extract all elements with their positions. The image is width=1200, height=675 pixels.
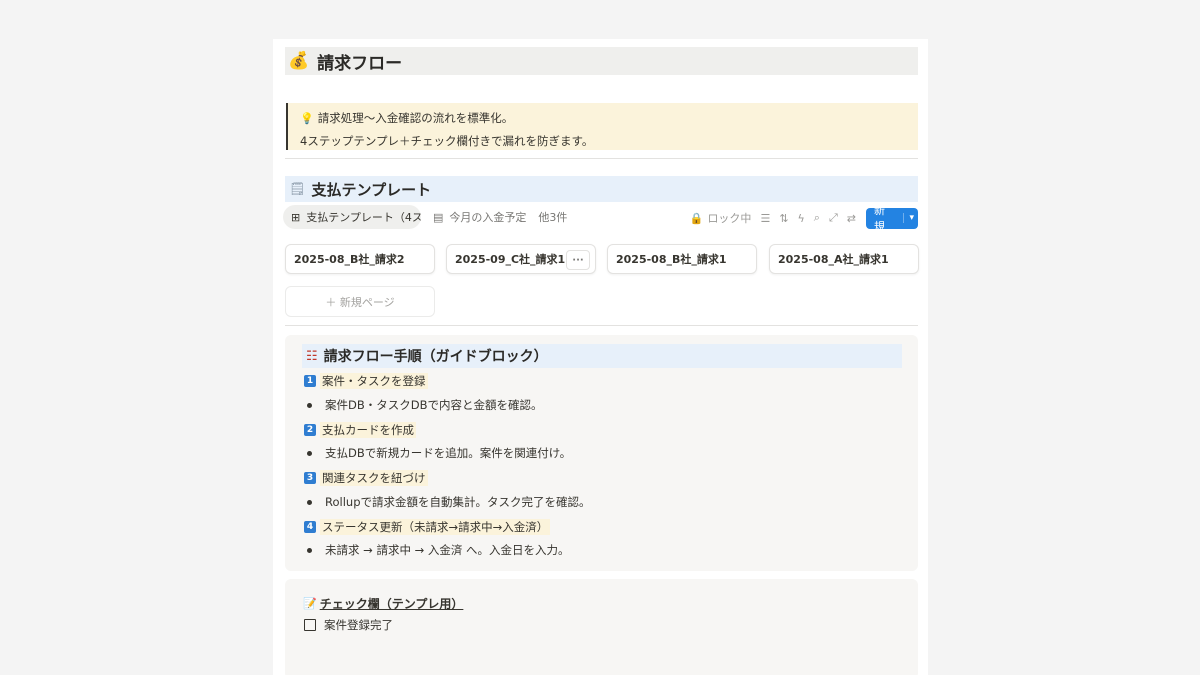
step-heading[interactable]: 4 ステータス更新（未請求→請求中→入金済） (304, 518, 551, 536)
money-bag-icon[interactable]: 💰 (288, 52, 309, 70)
gallery-card[interactable]: 2025-08_B社_請求2 (285, 244, 435, 274)
lock-button[interactable]: 🔒 ロック中 (690, 210, 752, 226)
settings-icon[interactable]: ⇄ (847, 212, 856, 225)
tab-label: 支払テンプレート（4ス... (306, 211, 421, 224)
new-button[interactable]: 新規 ▾ (866, 204, 918, 233)
step-number-badge: 2 (304, 424, 316, 436)
list-item[interactable]: 支払DBで新規カードを追加。案件を関連付け。 (307, 445, 571, 461)
lock-icon: 🔒 (689, 211, 704, 225)
step-title: 支払カードを作成 (320, 422, 416, 438)
gallery-card[interactable]: 2025-08_A社_請求1 (769, 244, 919, 274)
step-number-badge: 3 (304, 472, 316, 484)
step-heading[interactable]: 2 支払カードを作成 (304, 421, 416, 439)
page-title-block[interactable]: 💰 請求フロー (285, 47, 918, 75)
ladder-icon: ☷ (306, 348, 318, 364)
divider (285, 158, 918, 159)
list-item[interactable]: 案件DB・タスクDBで内容と金額を確認。 (307, 397, 543, 413)
callout-line-2: 4ステップテンプレ＋チェック欄付きで漏れを防ぎます。 (300, 134, 594, 148)
notion-page: 💰 請求フロー 💡 請求処理〜入金確認の流れを標準化。 4ステップテンプレ＋チェッ… (273, 39, 928, 675)
receipt-icon: 🗒 (289, 181, 306, 197)
bullet-dot (307, 402, 312, 408)
divider (285, 325, 918, 326)
step-heading[interactable]: 1 案件・タスクを登録 (304, 372, 428, 390)
tab-table-view[interactable]: ▤ 今月の入金予定 (433, 209, 526, 225)
checklist-item-label: 案件登録完了 (324, 618, 393, 632)
card-title: 2025-08_B社_請求2 (294, 253, 405, 266)
step-title: 案件・タスクを登録 (320, 373, 428, 389)
checklist-item[interactable]: 案件登録完了 (304, 617, 393, 633)
automation-icon[interactable]: ϟ (798, 212, 805, 225)
search-icon[interactable]: ⌕ (814, 211, 820, 225)
step-heading[interactable]: 3 関連タスクを紐づけ (304, 469, 428, 487)
step-detail: Rollupで請求金額を自動集計。タスク完了を確認。 (325, 495, 591, 509)
card-title: 2025-09_C社_請求1 (455, 253, 566, 266)
gallery-card[interactable]: 2025-08_B社_請求1 (607, 244, 757, 274)
guide-block[interactable]: ☷ 請求フロー手順（ガイドブロック） 1 案件・タスクを登録 案件DB・タスクD… (285, 335, 918, 571)
expand-icon[interactable]: ⤢ (829, 211, 838, 225)
step-title: 関連タスクを紐づけ (320, 470, 428, 486)
tab-gallery-view[interactable]: ⊞ 支払テンプレート（4ス... (283, 205, 421, 229)
table-icon: ▤ (433, 210, 444, 224)
database-title[interactable]: 支払テンプレート (312, 179, 432, 200)
memo-icon: 📝 (303, 597, 317, 610)
page-title[interactable]: 請求フロー (317, 49, 402, 74)
checklist-block[interactable]: 📝 チェック欄（テンプレ用） 案件登録完了 (285, 579, 918, 675)
lock-label: ロック中 (707, 212, 752, 225)
bullet-dot (307, 499, 312, 505)
guide-heading[interactable]: ☷ 請求フロー手順（ガイドブロック） (302, 344, 902, 368)
list-item[interactable]: Rollupで請求金額を自動集計。タスク完了を確認。 (307, 494, 591, 510)
chevron-down-icon[interactable]: ▾ (903, 213, 918, 223)
callout-line-1: 💡 請求処理〜入金確認の流れを標準化。 (300, 111, 514, 125)
checklist-heading[interactable]: 📝 チェック欄（テンプレ用） (303, 595, 463, 612)
sort-icon[interactable]: ⇅ (779, 212, 788, 225)
card-title: 2025-08_A社_請求1 (778, 253, 889, 266)
step-number-badge: 1 (304, 375, 316, 387)
lightbulb-icon: 💡 (300, 112, 314, 125)
step-detail: 案件DB・タスクDBで内容と金額を確認。 (325, 398, 543, 412)
bullet-dot (307, 450, 312, 456)
more-options-icon[interactable]: ··· (566, 250, 590, 270)
checkbox[interactable] (304, 619, 316, 631)
step-detail: 未請求 → 請求中 → 入金済 へ。入金日を入力。 (325, 543, 570, 557)
guide-title: 請求フロー手順（ガイドブロック） (323, 349, 548, 365)
card-title: 2025-08_B社_請求1 (616, 253, 727, 266)
new-page-button[interactable]: ＋ 新規ページ (285, 286, 435, 317)
database-toolbar: 🔒 ロック中 ☰ ⇅ ϟ ⌕ ⤢ ⇄ 新規 ▾ (690, 204, 918, 233)
filter-icon[interactable]: ☰ (760, 212, 770, 225)
callout-block[interactable]: 💡 請求処理〜入金確認の流れを標準化。 4ステップテンプレ＋チェック欄付きで漏れを… (286, 103, 918, 150)
database-view-tabs: ⊞ 支払テンプレート（4ス... ▤ 今月の入金予定 他3件 (283, 205, 567, 229)
more-views-button[interactable]: 他3件 (538, 209, 567, 225)
bullet-dot (307, 547, 312, 553)
gallery-icon: ⊞ (291, 210, 301, 224)
tab-label: 今月の入金予定 (449, 211, 527, 224)
list-item[interactable]: 未請求 → 請求中 → 入金済 へ。入金日を入力。 (307, 542, 570, 558)
gallery-card[interactable]: 2025-09_C社_請求1 ··· (446, 244, 596, 274)
checklist-title: チェック欄（テンプレ用） (319, 597, 464, 611)
step-detail: 支払DBで新規カードを追加。案件を関連付け。 (325, 446, 572, 460)
new-button-label: 新規 (874, 204, 885, 233)
step-number-badge: 4 (304, 521, 316, 533)
database-title-block[interactable]: 🗒 支払テンプレート (285, 176, 918, 202)
step-title: ステータス更新（未請求→請求中→入金済） (320, 519, 551, 535)
